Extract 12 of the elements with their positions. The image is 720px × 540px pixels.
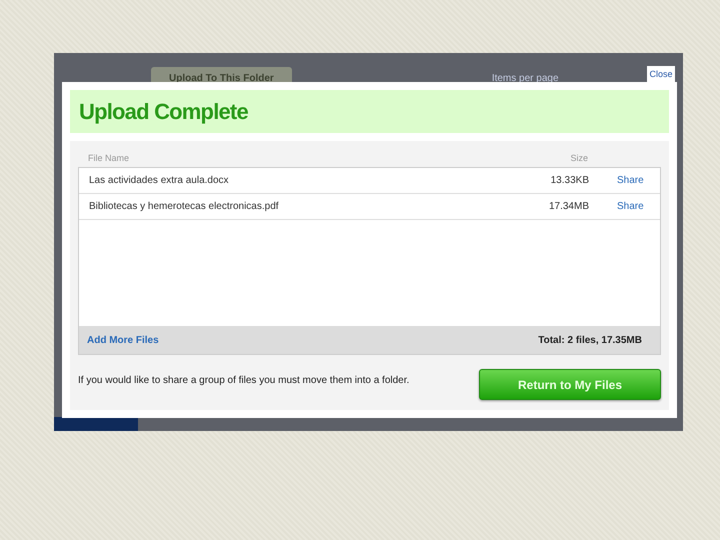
- add-more-files-link[interactable]: Add More Files: [87, 334, 159, 346]
- file-size: 13.33KB: [550, 175, 589, 186]
- share-link[interactable]: Share: [617, 201, 644, 212]
- file-name: Bibliotecas y hemerotecas electronicas.pdf: [89, 201, 280, 212]
- column-header: File Name: [88, 153, 130, 163]
- share-link[interactable]: Share: [617, 175, 644, 186]
- dialog-title: Upload Complete: [79, 98, 248, 124]
- column-header: Size: [569, 153, 588, 163]
- total-summary: Total: 2 files, 17.35MB: [538, 334, 642, 346]
- file-size: 17.34MB: [548, 201, 589, 212]
- folder-note: If you would like to share a group of files you must move them into a folder.: [78, 375, 410, 386]
- file-name: Las actividades extra aula.docx: [89, 175, 230, 186]
